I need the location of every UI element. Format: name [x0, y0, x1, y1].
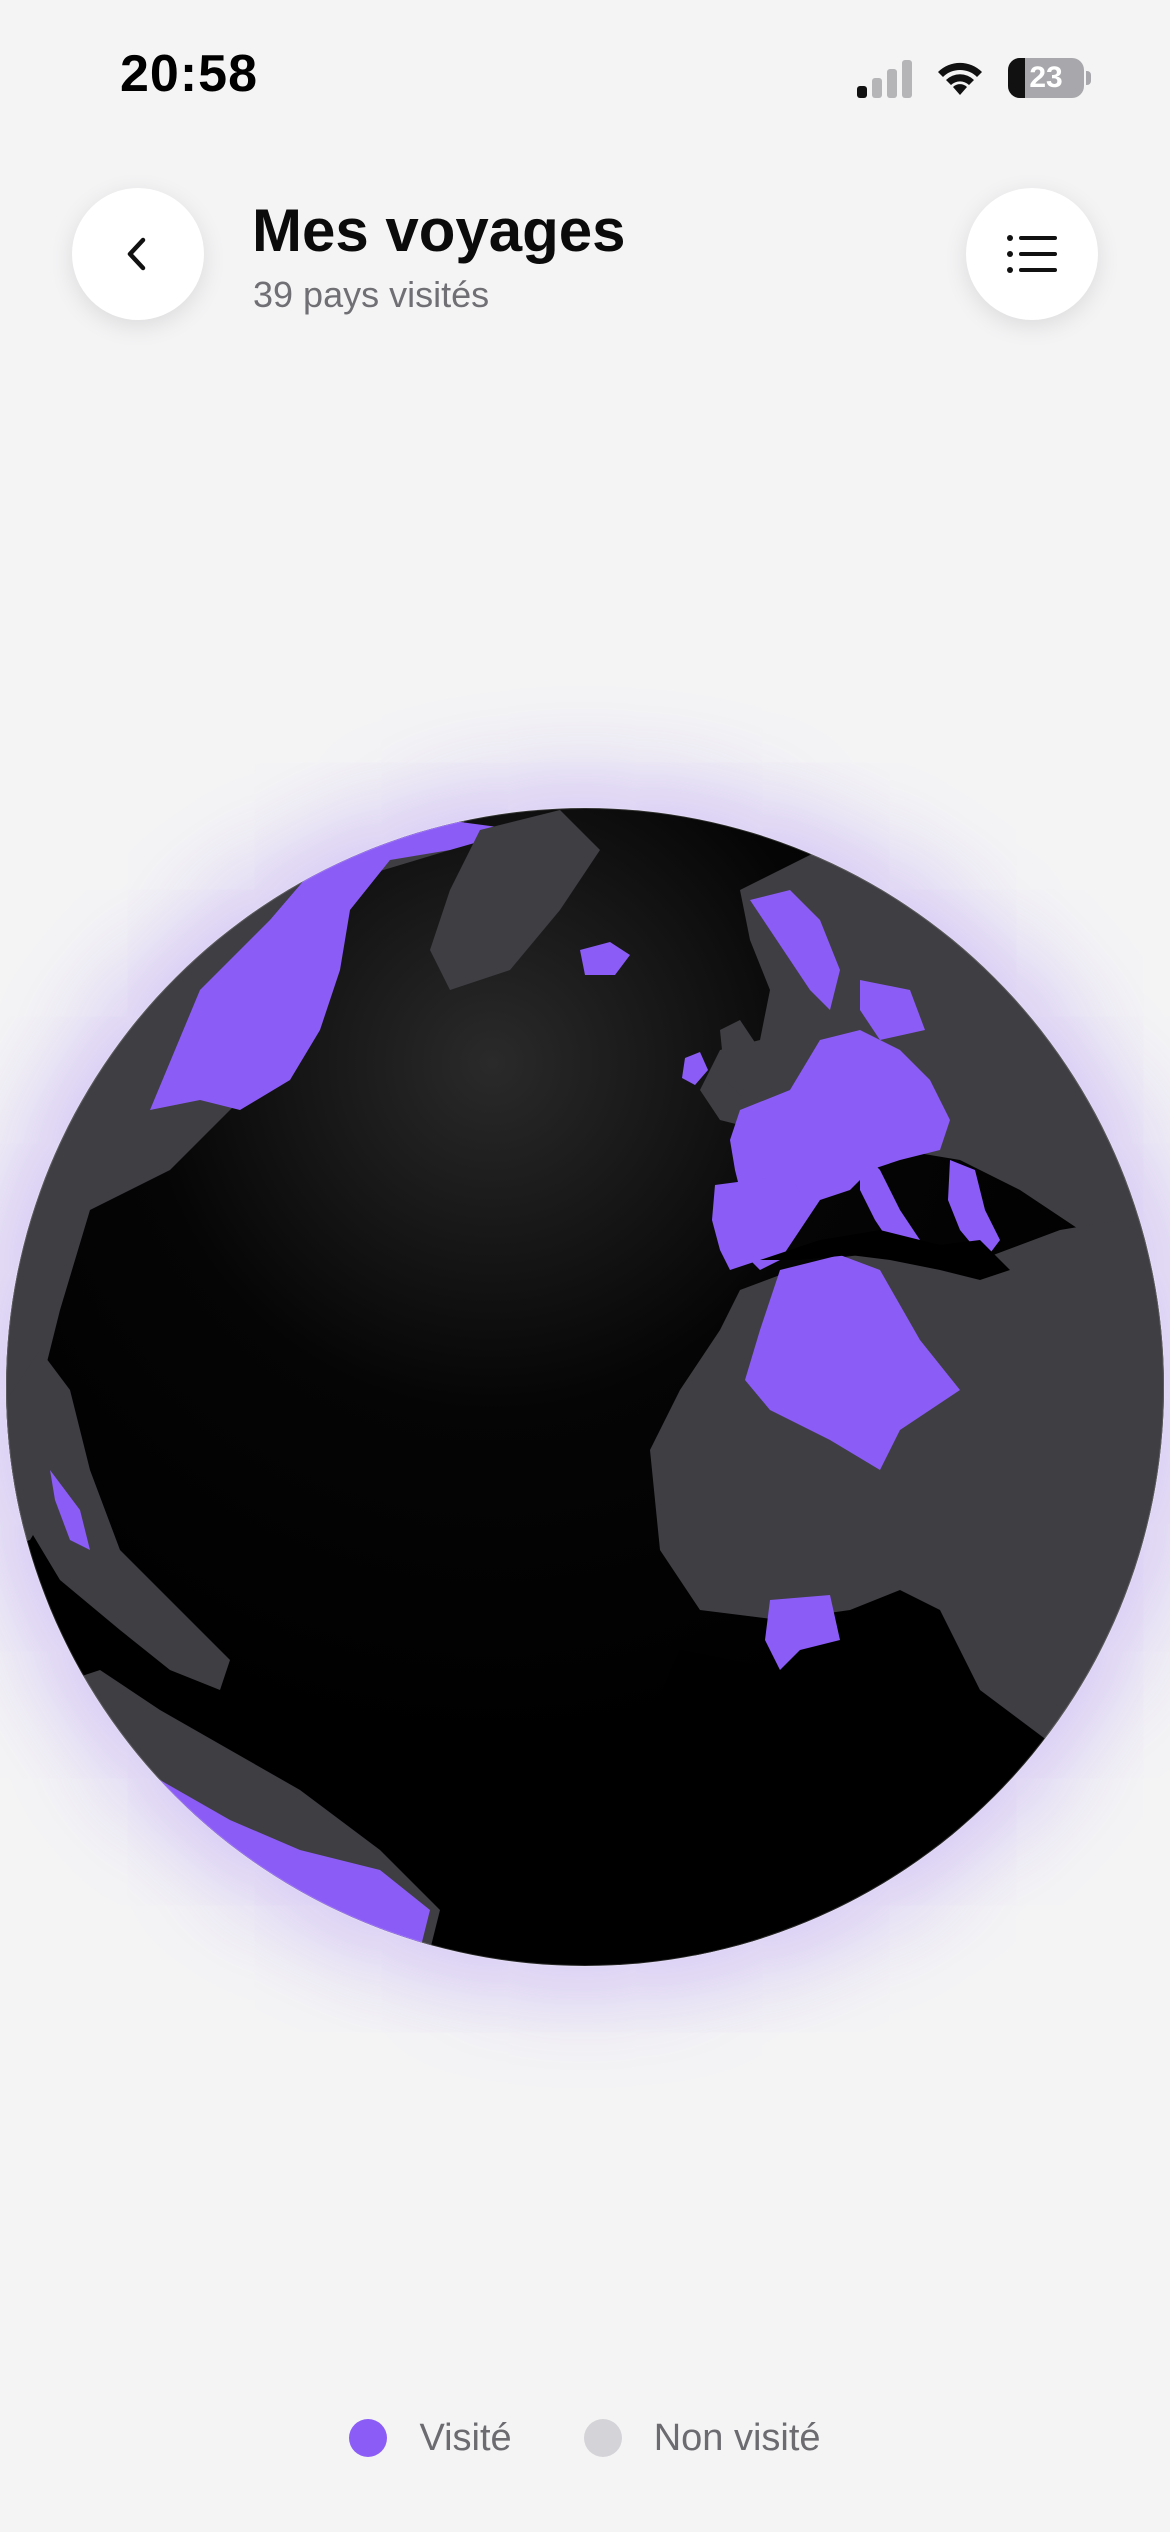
- globe-svg[interactable]: [0, 790, 1170, 1990]
- status-time: 20:58: [120, 45, 258, 103]
- list-icon: [1007, 235, 1057, 273]
- legend-not-visited-dot: [583, 2419, 622, 2457]
- globe-map[interactable]: [0, 790, 1170, 1990]
- battery-level: 23: [1029, 61, 1063, 94]
- wifi-icon: [938, 62, 982, 95]
- legend-visited-label: Visité: [419, 2416, 512, 2459]
- map-legend: Visité Non visité: [0, 2408, 1170, 2468]
- chevron-left-icon: [127, 237, 146, 271]
- battery-icon: 23: [1008, 58, 1091, 98]
- legend-visited-dot: [349, 2419, 388, 2457]
- status-bar: 20:58 23: [0, 0, 1170, 150]
- back-button[interactable]: [72, 188, 204, 320]
- cellular-signal-icon: [857, 60, 912, 98]
- visited-count: 39 pays visités: [253, 274, 490, 315]
- legend-visited: Visité: [349, 2416, 512, 2460]
- legend-not-visited: Non visité: [583, 2416, 821, 2460]
- list-view-button[interactable]: [966, 188, 1098, 320]
- legend-not-visited-label: Non visité: [653, 2416, 821, 2459]
- page-title: Mes voyages: [252, 197, 626, 264]
